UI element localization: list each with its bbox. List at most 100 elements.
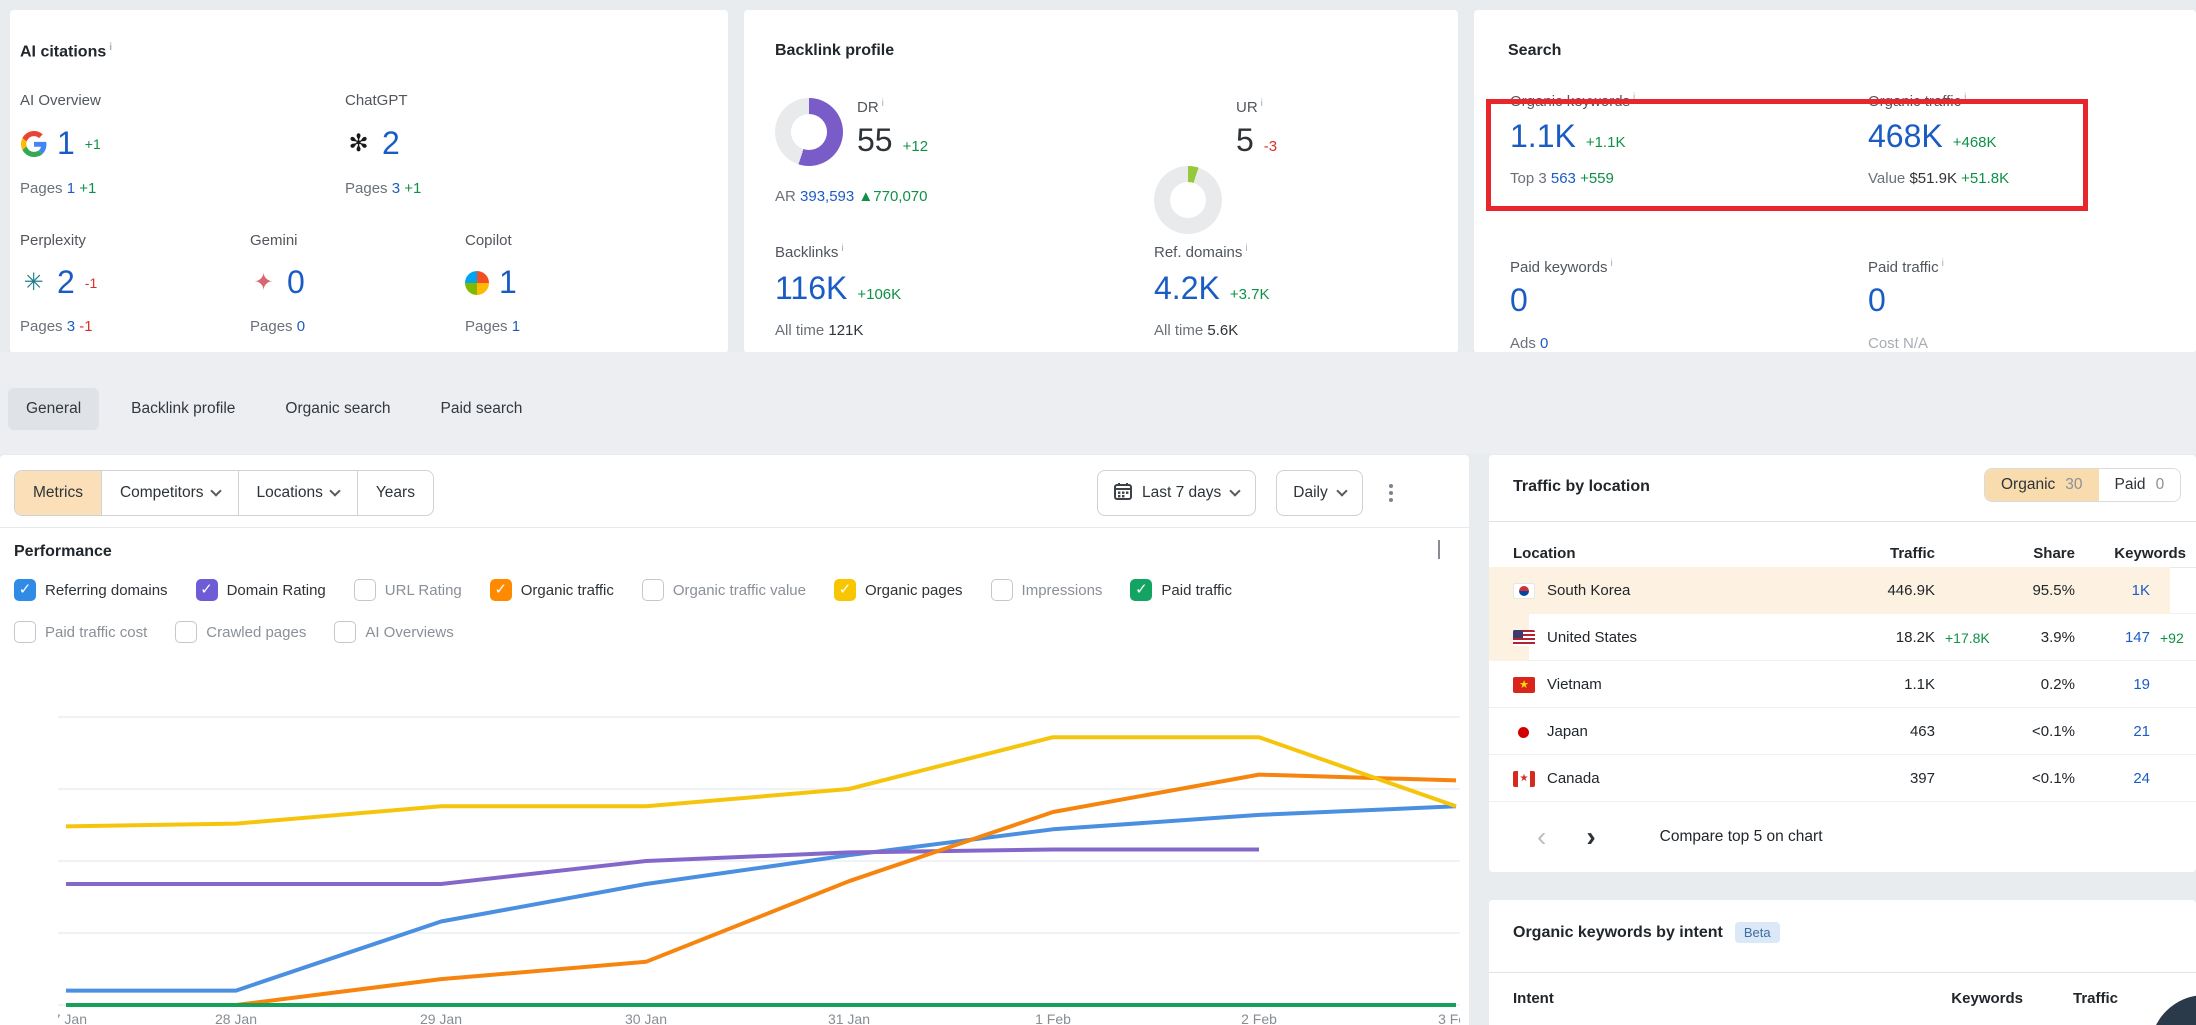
alltime-value: 121K [828, 322, 863, 339]
column-header-location[interactable]: Location [1513, 545, 1576, 562]
checkbox-crawled-pages[interactable]: Crawled pages [175, 621, 306, 643]
tab-organic-search[interactable]: Organic search [267, 388, 408, 430]
keywords-link[interactable]: 19 [2065, 676, 2150, 693]
pagination-next-button[interactable]: › [1586, 823, 1595, 851]
column-header-intent-traffic[interactable]: Traffic [2038, 990, 2118, 1007]
checkbox-referring-domains[interactable]: ✓Referring domains [14, 579, 168, 601]
organic-keywords-value[interactable]: 1.1K [1510, 118, 1576, 155]
keywords-link[interactable]: 24 [2065, 770, 2150, 787]
traffic-value: 18.2K [1805, 629, 1935, 646]
compare-top5-link[interactable]: Compare top 5 on chart [1660, 828, 1823, 846]
copilot-count[interactable]: 1 [499, 264, 517, 301]
checkbox-organic-traffic-value[interactable]: Organic traffic value [642, 579, 806, 601]
keywords-link[interactable]: 21 [2065, 723, 2150, 740]
location-name[interactable]: South Korea [1547, 582, 1630, 599]
checkbox-icon [354, 579, 376, 601]
ar-value-link[interactable]: 393,593 [800, 188, 854, 205]
tab-general[interactable]: General [8, 388, 99, 430]
toggle-paid[interactable]: Paid0 [2099, 469, 2181, 501]
checkbox-paid-traffic[interactable]: ✓Paid traffic [1130, 579, 1232, 601]
divider [0, 527, 1469, 528]
gemini-label: Gemini [250, 232, 298, 249]
cost-value: N/A [1903, 335, 1928, 352]
granularity-label: Daily [1293, 484, 1327, 502]
ai-overview-count[interactable]: 1 [57, 125, 75, 162]
organic-keywords-change: +1.1K [1586, 134, 1626, 151]
date-range-button[interactable]: Last 7 days [1097, 470, 1256, 516]
table-row-south-korea[interactable]: South Korea 446.9K 95.5% 1K [1489, 567, 2196, 614]
filter-competitors[interactable]: Competitors [102, 471, 239, 515]
pages-count-link[interactable]: 0 [297, 318, 305, 335]
keywords-link[interactable]: 1K [2065, 582, 2150, 599]
kebab-menu-icon[interactable] [1383, 478, 1399, 508]
table-row-vietnam[interactable]: Vietnam 1.1K 0.2% 19 [1489, 661, 2196, 708]
table-row-canada[interactable]: Canada 397 <0.1% 24 [1489, 755, 2196, 802]
pagination-prev-button[interactable]: ‹ [1537, 823, 1546, 851]
checkbox-label: Paid traffic cost [45, 624, 147, 641]
info-icon: i [1633, 92, 1635, 103]
pages-count-link[interactable]: 1 [67, 180, 75, 197]
ai-citations-title: AI citationsi [20, 42, 112, 61]
organic-traffic-value[interactable]: 468K [1868, 118, 1943, 155]
flag-south-korea-icon [1513, 583, 1535, 599]
checkbox-paid-traffic-cost[interactable]: Paid traffic cost [14, 621, 147, 643]
metric-checkbox-row-2: Paid traffic cost Crawled pages AI Overv… [14, 621, 454, 643]
toggle-organic[interactable]: Organic30 [1985, 469, 2099, 501]
ref-domains-value[interactable]: 4.2K [1154, 270, 1220, 307]
checkbox-url-rating[interactable]: URL Rating [354, 579, 462, 601]
column-header-share[interactable]: Share [1965, 545, 2075, 562]
table-row-japan[interactable]: Japan 463 <0.1% 21 [1489, 708, 2196, 755]
column-header-traffic[interactable]: Traffic [1805, 545, 1935, 562]
chatgpt-label: ChatGPT [345, 92, 408, 109]
checkbox-organic-pages[interactable]: ✓Organic pages [834, 579, 963, 601]
filter-years[interactable]: Years [358, 471, 433, 515]
location-name[interactable]: Vietnam [1547, 676, 1602, 693]
performance-line-chart[interactable] [58, 665, 1460, 1011]
top3-value-link[interactable]: 563 [1551, 170, 1576, 187]
calendar-icon [1114, 482, 1132, 505]
tab-paid-search[interactable]: Paid search [423, 388, 541, 430]
keywords-link[interactable]: 147 [2065, 629, 2150, 646]
x-axis-tick-label: 3 Feb [1411, 1011, 1460, 1025]
checkbox-domain-rating[interactable]: ✓Domain Rating [196, 579, 326, 601]
column-header-keywords[interactable]: Keywords [2085, 545, 2186, 562]
paid-keywords-label: Paid keywordsi [1510, 258, 1613, 276]
info-icon: i [1964, 92, 1966, 103]
cost-label: Cost [1868, 335, 1899, 352]
paid-keywords-value[interactable]: 0 [1510, 282, 1528, 319]
chart-x-axis-labels: 27 Jan28 Jan29 Jan30 Jan31 Jan1 Feb2 Feb… [58, 1011, 1460, 1025]
checkbox-impressions[interactable]: Impressions [991, 579, 1103, 601]
filter-locations[interactable]: Locations [239, 471, 358, 515]
ur-change: -3 [1264, 138, 1277, 155]
location-name[interactable]: Canada [1547, 770, 1600, 787]
keywords-change: +92 [2160, 630, 2184, 646]
column-header-intent[interactable]: Intent [1513, 990, 1554, 1007]
backlinks-value[interactable]: 116K [775, 270, 847, 307]
checkbox-organic-traffic[interactable]: ✓ Organic traffic [490, 579, 614, 601]
perplexity-count[interactable]: 2 [57, 264, 75, 301]
info-icon: i [109, 42, 112, 53]
checkbox-ai-overviews[interactable]: AI Overviews [334, 621, 453, 643]
filter-metrics[interactable]: Metrics [15, 471, 102, 515]
chatgpt-count[interactable]: 2 [382, 125, 400, 162]
table-row-united-states[interactable]: United States 18.2K +17.8K 3.9% 147 +92 [1489, 614, 2196, 661]
collapse-section-button[interactable] [1438, 540, 1440, 557]
location-name[interactable]: Japan [1547, 723, 1588, 740]
pages-count-link[interactable]: 3 [67, 318, 75, 335]
value-label: Value [1868, 170, 1905, 187]
tab-backlink-profile[interactable]: Backlink profile [113, 388, 253, 430]
paid-traffic-value[interactable]: 0 [1868, 282, 1886, 319]
location-name[interactable]: United States [1547, 629, 1637, 646]
info-icon: i [1942, 258, 1944, 269]
checkbox-icon: ✓ [490, 579, 512, 601]
divider [1489, 972, 2196, 973]
gemini-count[interactable]: 0 [287, 264, 305, 301]
pages-count-link[interactable]: 3 [392, 180, 400, 197]
pages-count-link[interactable]: 1 [512, 318, 520, 335]
granularity-button[interactable]: Daily [1276, 470, 1362, 516]
perplexity-label: Perplexity [20, 232, 86, 249]
checkbox-label: Organic traffic [521, 582, 614, 599]
column-header-intent-keywords[interactable]: Keywords [1893, 990, 2023, 1007]
flag-united-states-icon [1513, 630, 1535, 646]
ads-value-link[interactable]: 0 [1540, 335, 1548, 352]
